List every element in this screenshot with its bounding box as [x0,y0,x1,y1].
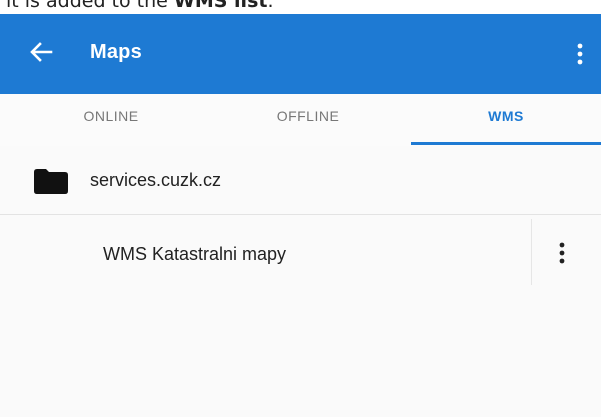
tab-offline[interactable]: OFFLINE [213,94,403,146]
caption-text: it is added to the WMS list. [6,0,274,12]
list-item-label: WMS Katastralni mapy [103,244,287,264]
list-item[interactable]: WMS Katastralni mapy [0,215,601,293]
back-button[interactable] [24,34,60,70]
folder-label: services.cuzk.cz [90,170,222,190]
app-bar-title: Maps [90,41,142,63]
tab-wms[interactable]: WMS [411,94,601,146]
folder-row[interactable]: services.cuzk.cz [0,146,601,214]
item-menu-button[interactable] [550,235,574,271]
arrow-left-icon [30,42,53,62]
tab-online[interactable]: ONLINE [16,94,206,146]
caption-bold: WMS list [173,0,268,12]
more-vertical-icon [559,242,565,264]
item-separator [531,219,532,285]
overflow-menu-button[interactable] [568,36,592,72]
app-bar: Maps [0,14,601,94]
caption-prefix: it is added to the [6,0,174,12]
more-vertical-icon [577,43,583,65]
folder-icon [34,169,68,194]
caption-suffix: . [267,0,274,12]
tab-bar: ONLINE OFFLINE WMS [0,94,601,146]
app-screen: it is added to the WMS list. Maps ONLINE… [0,0,601,417]
maps-list: services.cuzk.cz WMS Katastralni mapy [0,146,601,417]
caption-strip: it is added to the WMS list. [0,0,601,14]
active-tab-indicator [411,142,601,145]
